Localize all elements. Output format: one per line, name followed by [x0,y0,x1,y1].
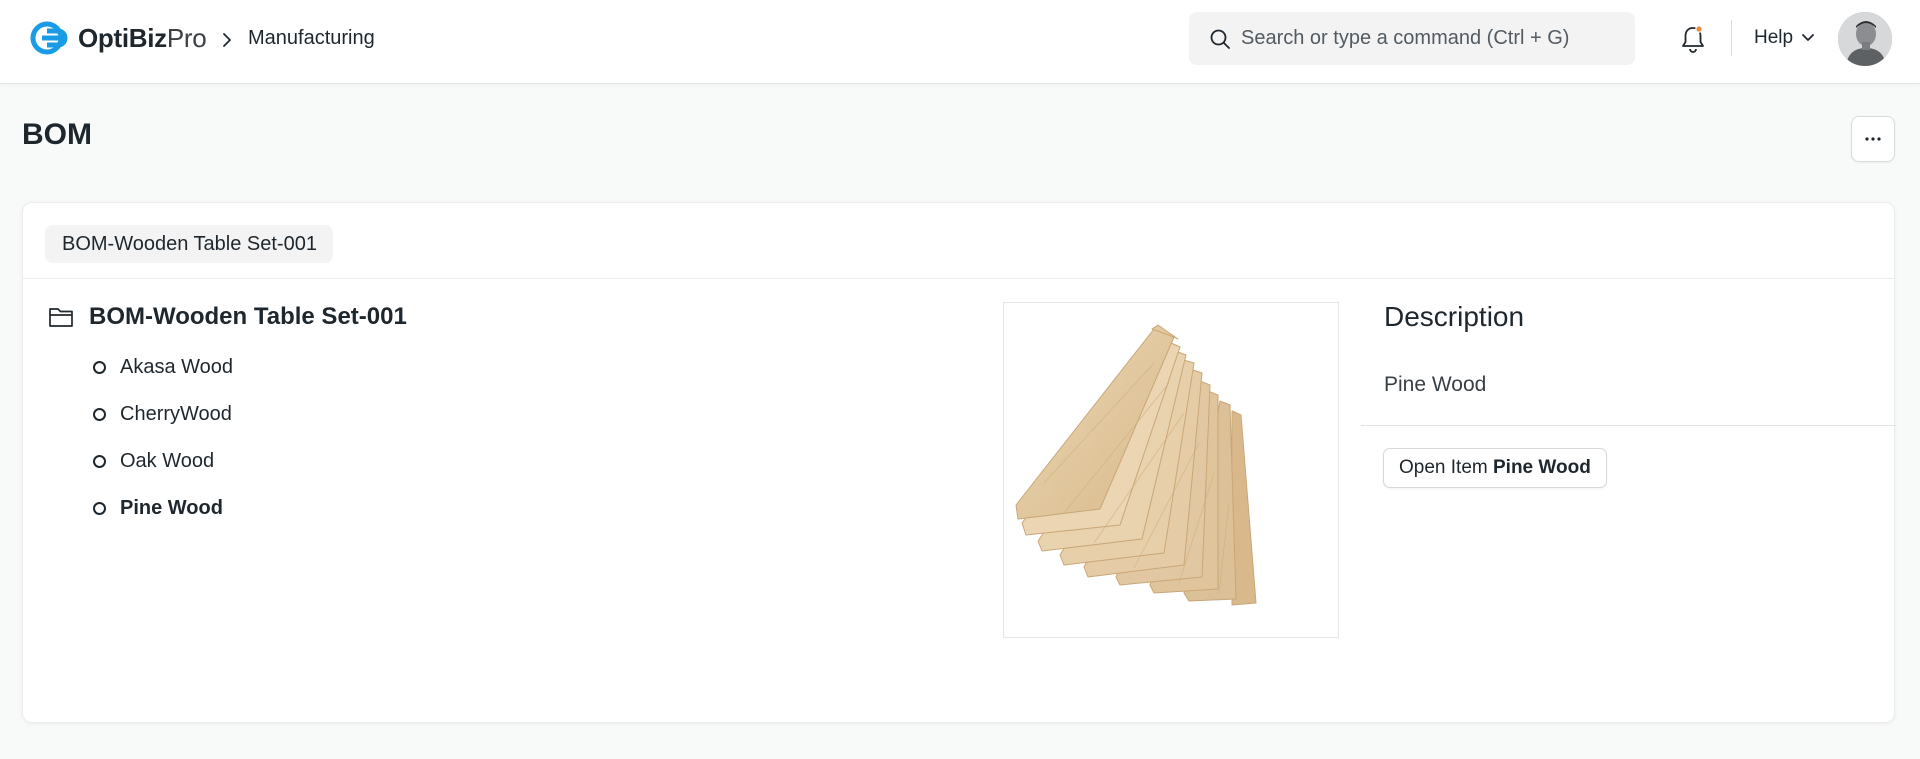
breadcrumb-manufacturing[interactable]: Manufacturing [248,27,375,50]
navbar-divider [1731,20,1732,56]
help-label: Help [1754,27,1794,48]
user-photo [1838,12,1892,66]
search-input[interactable] [1241,12,1621,65]
tree-item-label: Pine Wood [120,497,223,519]
bell-icon[interactable] [1679,24,1707,54]
chevron-down-icon [1802,34,1814,41]
circle-icon [93,502,106,515]
tree-item-label: Oak Wood [120,450,215,472]
ellipsis-icon [1865,137,1881,141]
page-title: BOM [22,118,92,151]
circle-icon [93,361,106,374]
open-item-name: Pine Wood [1493,457,1591,478]
tree-item-akasa-wood[interactable]: Akasa Wood [93,356,233,379]
navbar: OptiBizPro Manufacturing Help [0,0,1920,84]
pine-wood-planks-image [1015,324,1257,606]
tree-item-oak-wood[interactable]: Oak Wood [93,450,214,473]
circle-icon [93,408,106,421]
logo-icon [30,21,68,55]
more-actions-button[interactable] [1851,116,1895,162]
tree-item-label: Akasa Wood [120,356,234,378]
open-item-prefix: Open Item [1399,457,1488,478]
card-header: BOM-Wooden Table Set-001 [23,203,1894,279]
tree-item-cherrywood[interactable]: CherryWood [93,403,232,426]
circle-icon [93,455,106,468]
avatar[interactable] [1838,12,1892,66]
bom-selector[interactable]: BOM-Wooden Table Set-001 [45,225,333,263]
bom-explorer-card: BOM-Wooden Table Set-001 BOM-Wooden Tabl… [22,202,1896,723]
chevron-right-icon [223,33,231,47]
folder-icon [49,308,73,327]
bom-tree-root[interactable]: BOM-Wooden Table Set-001 [47,303,407,331]
tree-item-pine-wood[interactable]: Pine Wood [93,497,223,520]
description-heading: Description [1384,301,1525,332]
item-image [1003,302,1339,638]
tree-item-label: CherryWood [120,403,232,425]
description-value: Pine Wood [1384,373,1487,396]
search-bar[interactable] [1189,12,1635,65]
help-menu[interactable]: Help [1754,27,1815,49]
logo-text: OptiBizPro [78,22,207,53]
bom-tree-root-label: BOM-Wooden Table Set-001 [89,303,407,330]
description-divider [1361,425,1896,426]
search-icon [1210,29,1230,49]
app-logo[interactable]: OptiBizPro [30,20,207,56]
open-item-button[interactable]: Open Item Pine Wood [1383,448,1607,488]
